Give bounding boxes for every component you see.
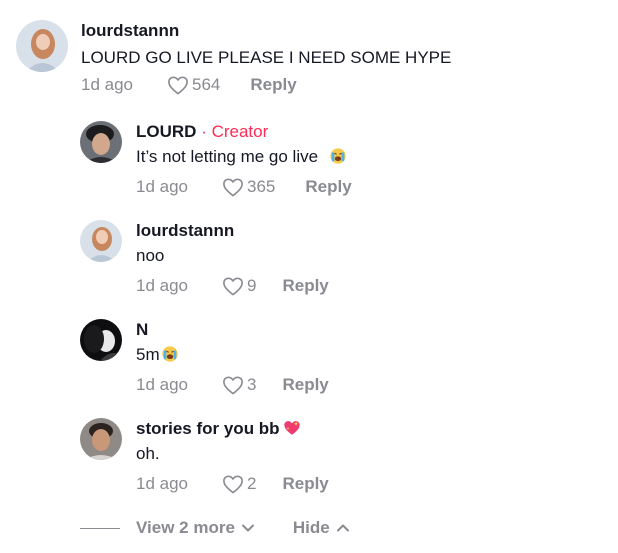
crying-face-emoji (330, 148, 346, 164)
reply-item: LOURD · Creator It’s not letting me go l… (80, 121, 352, 202)
hide-label: Hide (292, 518, 330, 537)
chevron-up-icon (336, 524, 349, 532)
like-button[interactable]: 564 (167, 70, 220, 100)
like-count: 2 (247, 474, 257, 493)
username-text[interactable]: LOURD (136, 122, 196, 141)
like-count: 365 (247, 177, 276, 196)
hide-replies-button[interactable]: Hide (293, 518, 350, 538)
avatar-image (16, 20, 68, 72)
like-count: 3 (247, 375, 257, 394)
sparkling-heart-emoji (283, 421, 300, 435)
comment-username[interactable]: N (136, 319, 329, 341)
avatar-image (80, 319, 122, 361)
username-text[interactable]: stories for you bb (136, 419, 280, 438)
avatar-image (80, 220, 122, 262)
heart-icon (168, 76, 188, 95)
avatar[interactable] (16, 20, 68, 72)
reply-item: lourdstannn noo 1d ago 9 Reply (80, 220, 329, 301)
avatar-image (80, 121, 122, 163)
heart-icon (223, 277, 243, 296)
comment-text: LOURD GO LIVE PLEASE I NEED SOME HYPE (81, 48, 452, 67)
username-text[interactable]: lourdstannn (81, 21, 179, 40)
comment-timestamp: 1d ago (136, 276, 188, 295)
comment-text: It’s not letting me go live (136, 145, 352, 169)
creator-badge: Creator (211, 122, 269, 141)
divider-line (80, 527, 120, 529)
chevron-down-icon (241, 524, 254, 532)
heart-icon (223, 376, 243, 395)
comment-text: noo (136, 246, 165, 265)
heart-icon (223, 475, 243, 494)
reply-button[interactable]: Reply (250, 70, 296, 100)
reply-button[interactable]: Reply (305, 172, 351, 202)
reply-button[interactable]: Reply (282, 469, 328, 499)
comment-timestamp: 1d ago (81, 75, 133, 94)
reply-item: N 5m 1d ago 3 Reply (80, 319, 329, 400)
comment-text-content: It’s not letting me go live (136, 147, 319, 166)
heart-icon (223, 178, 243, 197)
reply-button[interactable]: Reply (282, 271, 328, 301)
comment-text: 5m (136, 343, 329, 367)
username-text[interactable]: N (136, 320, 148, 339)
comment-username[interactable]: lourdstannn (81, 20, 451, 42)
comment-username[interactable]: LOURD · Creator (136, 121, 352, 143)
avatar[interactable] (80, 418, 122, 460)
reply-button[interactable]: Reply (282, 370, 328, 400)
comment-timestamp: 1d ago (136, 177, 188, 196)
avatar[interactable] (80, 220, 122, 262)
comment-item: lourdstannn LOURD GO LIVE PLEASE I NEED … (16, 20, 451, 100)
avatar[interactable] (80, 121, 122, 163)
reply-item: stories for you bb oh. 1d ago 2 Reply (80, 418, 329, 499)
crying-face-emoji (161, 346, 178, 362)
username-text[interactable]: lourdstannn (136, 221, 234, 240)
comment-username[interactable]: lourdstannn (136, 220, 329, 242)
avatar[interactable] (80, 319, 122, 361)
comment-username[interactable]: stories for you bb (136, 418, 329, 440)
view-more-replies-button[interactable]: View 2 more (136, 518, 255, 538)
like-button[interactable]: 2 (222, 469, 256, 499)
like-count: 564 (192, 75, 221, 94)
like-button[interactable]: 9 (222, 271, 256, 301)
separator-dot: · (196, 122, 212, 141)
like-button[interactable]: 3 (222, 370, 256, 400)
avatar-image (80, 418, 122, 460)
replies-footer: View 2 more Hide (80, 518, 350, 538)
like-button[interactable]: 365 (222, 172, 275, 202)
comment-timestamp: 1d ago (136, 474, 188, 493)
comment-text-content: 5m (136, 345, 160, 364)
comment-text: oh. (136, 444, 160, 463)
comment-timestamp: 1d ago (136, 375, 188, 394)
like-count: 9 (247, 276, 257, 295)
view-more-label: View 2 more (136, 518, 235, 537)
